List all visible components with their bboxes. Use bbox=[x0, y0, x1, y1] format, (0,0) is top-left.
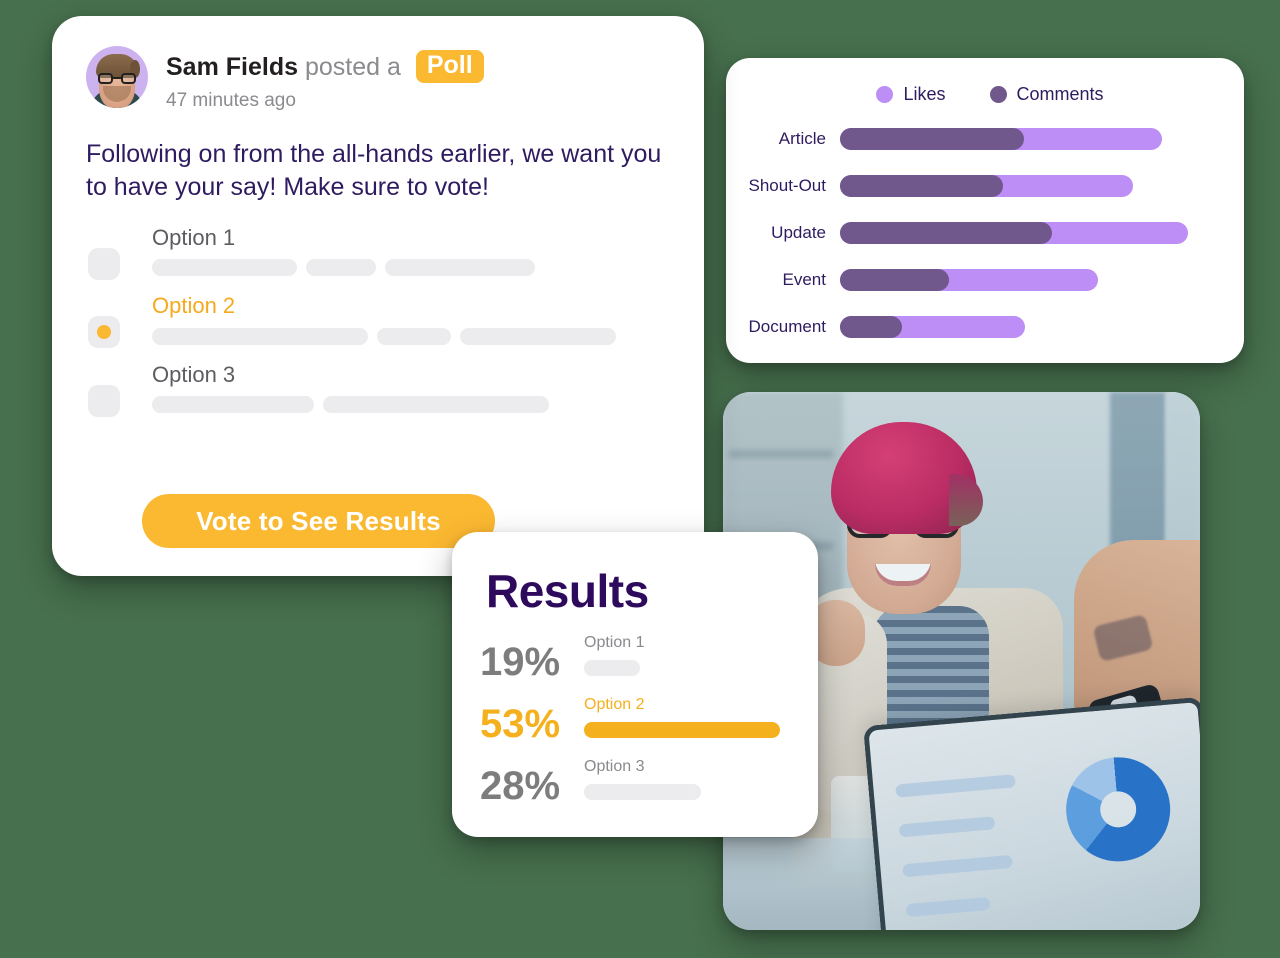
result-option-label: Option 3 bbox=[584, 758, 645, 775]
chart-bar-segment-comments bbox=[840, 268, 949, 291]
chart-category-label: Shout-Out bbox=[748, 175, 827, 195]
result-detail: Option 1 bbox=[584, 630, 818, 676]
poll-option-placeholder-bars bbox=[152, 327, 704, 345]
placeholder-bar bbox=[306, 259, 376, 277]
result-percent: 28% bbox=[480, 764, 561, 808]
chart-bar-track bbox=[840, 268, 1244, 291]
chart-bar-row: Article bbox=[726, 123, 1244, 154]
result-bar bbox=[584, 783, 701, 800]
poll-option-label: Option 3 bbox=[152, 361, 236, 387]
poll-options-list: Option 1 Option 2 Option 3 bbox=[52, 204, 704, 417]
result-detail: Option 2 bbox=[584, 692, 818, 738]
chart-bar-track bbox=[840, 127, 1244, 150]
placeholder-bar bbox=[152, 395, 314, 413]
poll-option-placeholder-bars bbox=[152, 259, 704, 277]
poll-option-placeholder-bars bbox=[152, 395, 704, 413]
chart-bar-segment-comments bbox=[840, 221, 1052, 244]
posted-a-text: posted a bbox=[304, 53, 401, 81]
legend-color-dot-likes bbox=[876, 86, 894, 103]
chart-bar-row: Update bbox=[726, 217, 1244, 248]
placeholder-bar bbox=[152, 327, 368, 345]
result-percent: 19% bbox=[480, 640, 561, 684]
legend-label-comments: Comments bbox=[1016, 84, 1104, 104]
poll-post-card: Sam Fields posted a Poll 47 minutes ago … bbox=[52, 16, 704, 576]
vote-to-see-results-button[interactable]: Vote to See Results bbox=[142, 494, 495, 548]
result-detail: Option 3 bbox=[584, 754, 818, 800]
poll-option-3[interactable]: Option 3 bbox=[86, 361, 704, 417]
post-byline: Sam Fields posted a Poll bbox=[166, 50, 484, 83]
result-bar bbox=[584, 659, 640, 676]
result-row-3: 28% Option 3 bbox=[480, 754, 818, 806]
post-meta: Sam Fields posted a Poll 47 minutes ago bbox=[166, 46, 484, 112]
result-row-2: 53% Option 2 bbox=[480, 692, 818, 744]
chart-category-label: Update bbox=[771, 222, 826, 242]
placeholder-bar bbox=[385, 259, 535, 277]
poll-option-1[interactable]: Option 1 bbox=[86, 225, 704, 281]
radio-button-option-3[interactable] bbox=[88, 384, 120, 417]
poll-option-label: Option 1 bbox=[152, 225, 236, 251]
chart-bar-track bbox=[840, 315, 1244, 338]
results-title: Results bbox=[486, 565, 649, 617]
poll-option-label: Option 2 bbox=[152, 293, 236, 319]
legend-color-dot-comments bbox=[989, 86, 1007, 103]
poll-option-2[interactable]: Option 2 bbox=[86, 293, 704, 349]
chart-bar-row: Document bbox=[726, 311, 1244, 342]
legend-item-comments: Comments bbox=[989, 84, 1104, 105]
avatar[interactable] bbox=[86, 46, 148, 108]
post-header: Sam Fields posted a Poll 47 minutes ago bbox=[52, 16, 704, 112]
poll-results-card: Results 19% Option 1 53% Option 2 28% Option … bbox=[452, 532, 818, 837]
poll-badge: Poll bbox=[415, 50, 484, 83]
avatar-glasses-icon bbox=[98, 73, 136, 84]
result-percent: 53% bbox=[480, 702, 561, 746]
chart-bars: Article Shout-Out Update Event Document bbox=[726, 105, 1244, 342]
chart-bar-segment-comments bbox=[840, 127, 1024, 150]
chart-legend: Likes Comments bbox=[726, 58, 1244, 105]
radio-selected-dot bbox=[97, 325, 111, 340]
legend-label-likes: Likes bbox=[903, 84, 946, 104]
radio-button-option-1[interactable] bbox=[88, 248, 120, 281]
chart-bar-row: Event bbox=[726, 264, 1244, 295]
chart-bar-track bbox=[840, 174, 1244, 197]
result-row-1: 19% Option 1 bbox=[480, 630, 818, 682]
engagement-chart-card: Likes Comments Article Shout-Out Update Eve… bbox=[726, 58, 1244, 363]
chart-bar-segment-comments bbox=[840, 174, 1003, 197]
chart-category-label: Document bbox=[748, 316, 826, 336]
radio-button-option-2[interactable] bbox=[88, 316, 120, 349]
post-timestamp: 47 minutes ago bbox=[166, 89, 296, 111]
result-option-label: Option 2 bbox=[584, 696, 645, 713]
placeholder-bar bbox=[323, 395, 549, 413]
author-name[interactable]: Sam Fields bbox=[166, 53, 298, 81]
placeholder-bar bbox=[377, 327, 451, 345]
chart-category-label: Article bbox=[778, 128, 826, 148]
placeholder-bar bbox=[152, 259, 297, 277]
result-bar bbox=[584, 721, 780, 738]
results-list: 19% Option 1 53% Option 2 28% Option 3 bbox=[452, 618, 818, 806]
chart-bar-segment-comments bbox=[840, 315, 902, 338]
legend-item-likes: Likes bbox=[876, 84, 946, 105]
page-stage: Likes Comments Article Shout-Out Update Eve… bbox=[0, 0, 1280, 958]
result-option-label: Option 1 bbox=[584, 634, 645, 651]
chart-bar-row: Shout-Out bbox=[726, 170, 1244, 201]
post-body-text: Following on from the all-hands earlier,… bbox=[86, 139, 662, 201]
chart-category-label: Event bbox=[782, 269, 826, 289]
chart-bar-track bbox=[840, 221, 1244, 244]
placeholder-bar bbox=[460, 327, 616, 345]
